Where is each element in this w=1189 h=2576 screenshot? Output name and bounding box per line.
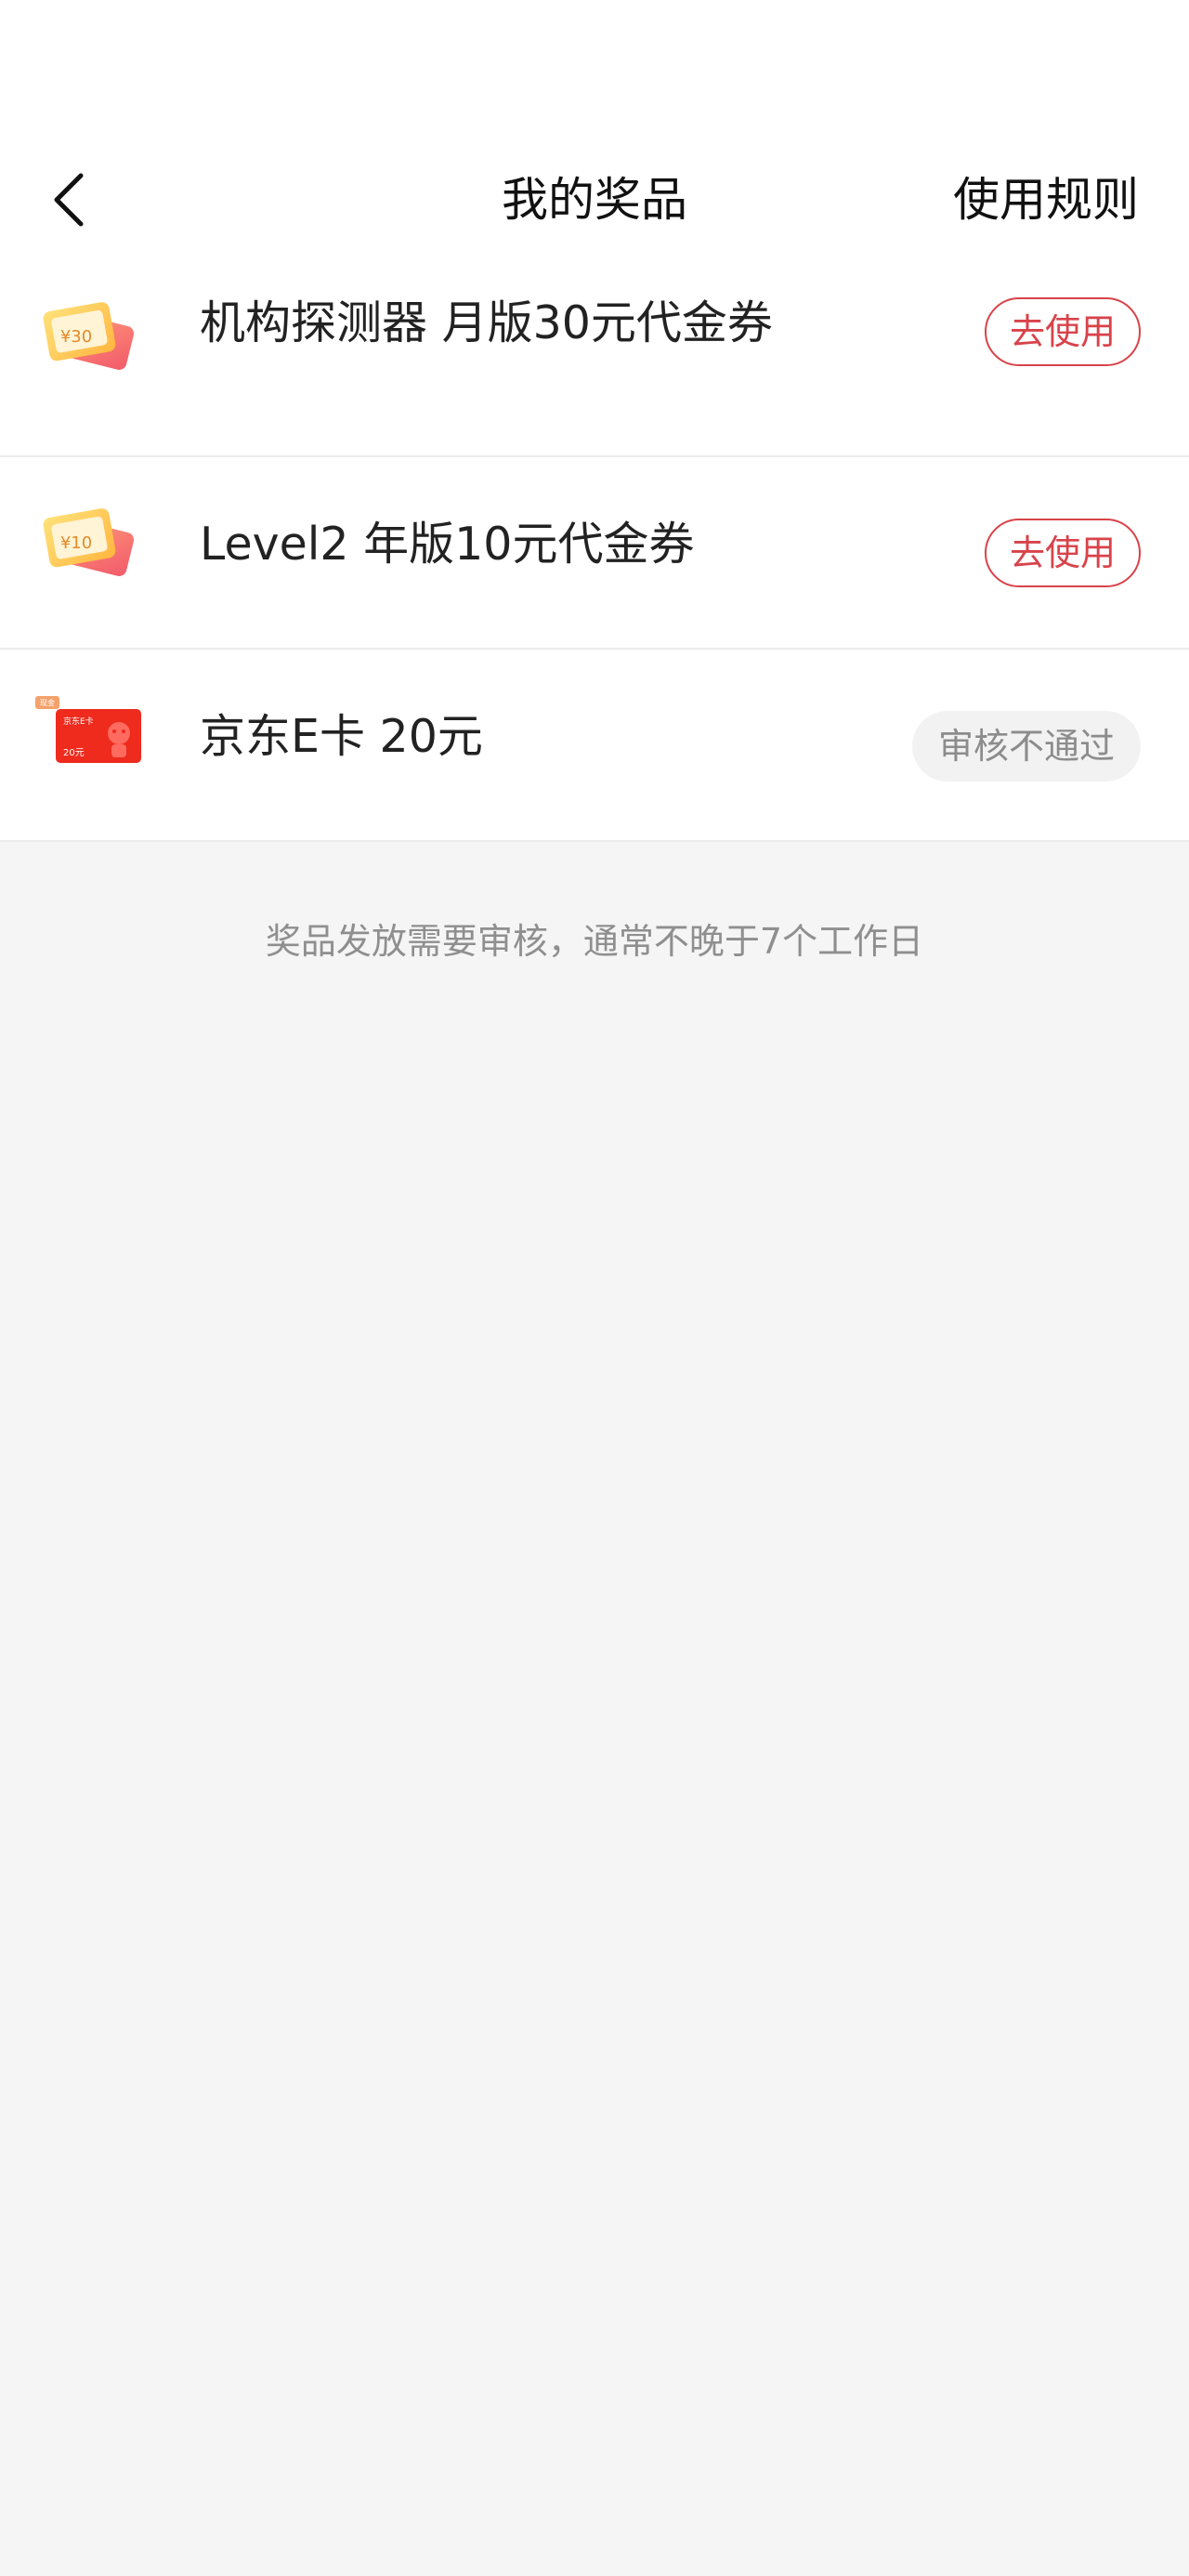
top-nav-bar: 我的奖品 使用规则 — [0, 149, 1189, 251]
usage-rules-link[interactable]: 使用规则 — [953, 149, 1139, 251]
prize-item: ¥30 机构探测器 月版30元代金券 去使用 — [0, 251, 1189, 457]
coupon-ticket-icon: ¥30 — [43, 302, 135, 370]
jd-ecard-icon: 现金 京东E卡 20元 — [35, 696, 141, 763]
jd-ecard-title: 京东E卡 — [63, 716, 94, 727]
use-button[interactable]: 去使用 — [985, 519, 1141, 587]
prize-name: 京东E卡 20元 — [200, 710, 483, 763]
review-notice: 奖品发放需要审核，通常不晚于7个工作日 — [265, 921, 924, 962]
use-button[interactable]: 去使用 — [985, 297, 1141, 366]
jd-ecard-amount: 20元 — [63, 748, 85, 758]
coupon-ticket-icon-text: ¥10 — [60, 533, 92, 553]
status-badge: 审核不通过 — [912, 711, 1141, 782]
prize-list: ¥30 机构探测器 月版30元代金券 去使用 ¥10 Level2 年版10元代… — [0, 251, 1189, 842]
jd-ecard-tag: 现金 — [40, 698, 55, 707]
coupon-ticket-icon-text: ¥30 — [60, 327, 92, 347]
prize-item: 现金 京东E卡 20元 京东E卡 20元 审核不通过 — [0, 650, 1189, 842]
coupon-ticket-icon: ¥10 — [43, 508, 135, 576]
prize-name: Level2 年版10元代金券 — [200, 518, 695, 571]
status-bar — [0, 0, 1189, 149]
prize-name: 机构探测器 月版30元代金券 — [200, 296, 773, 349]
prize-item: ¥10 Level2 年版10元代金券 去使用 — [0, 457, 1189, 650]
